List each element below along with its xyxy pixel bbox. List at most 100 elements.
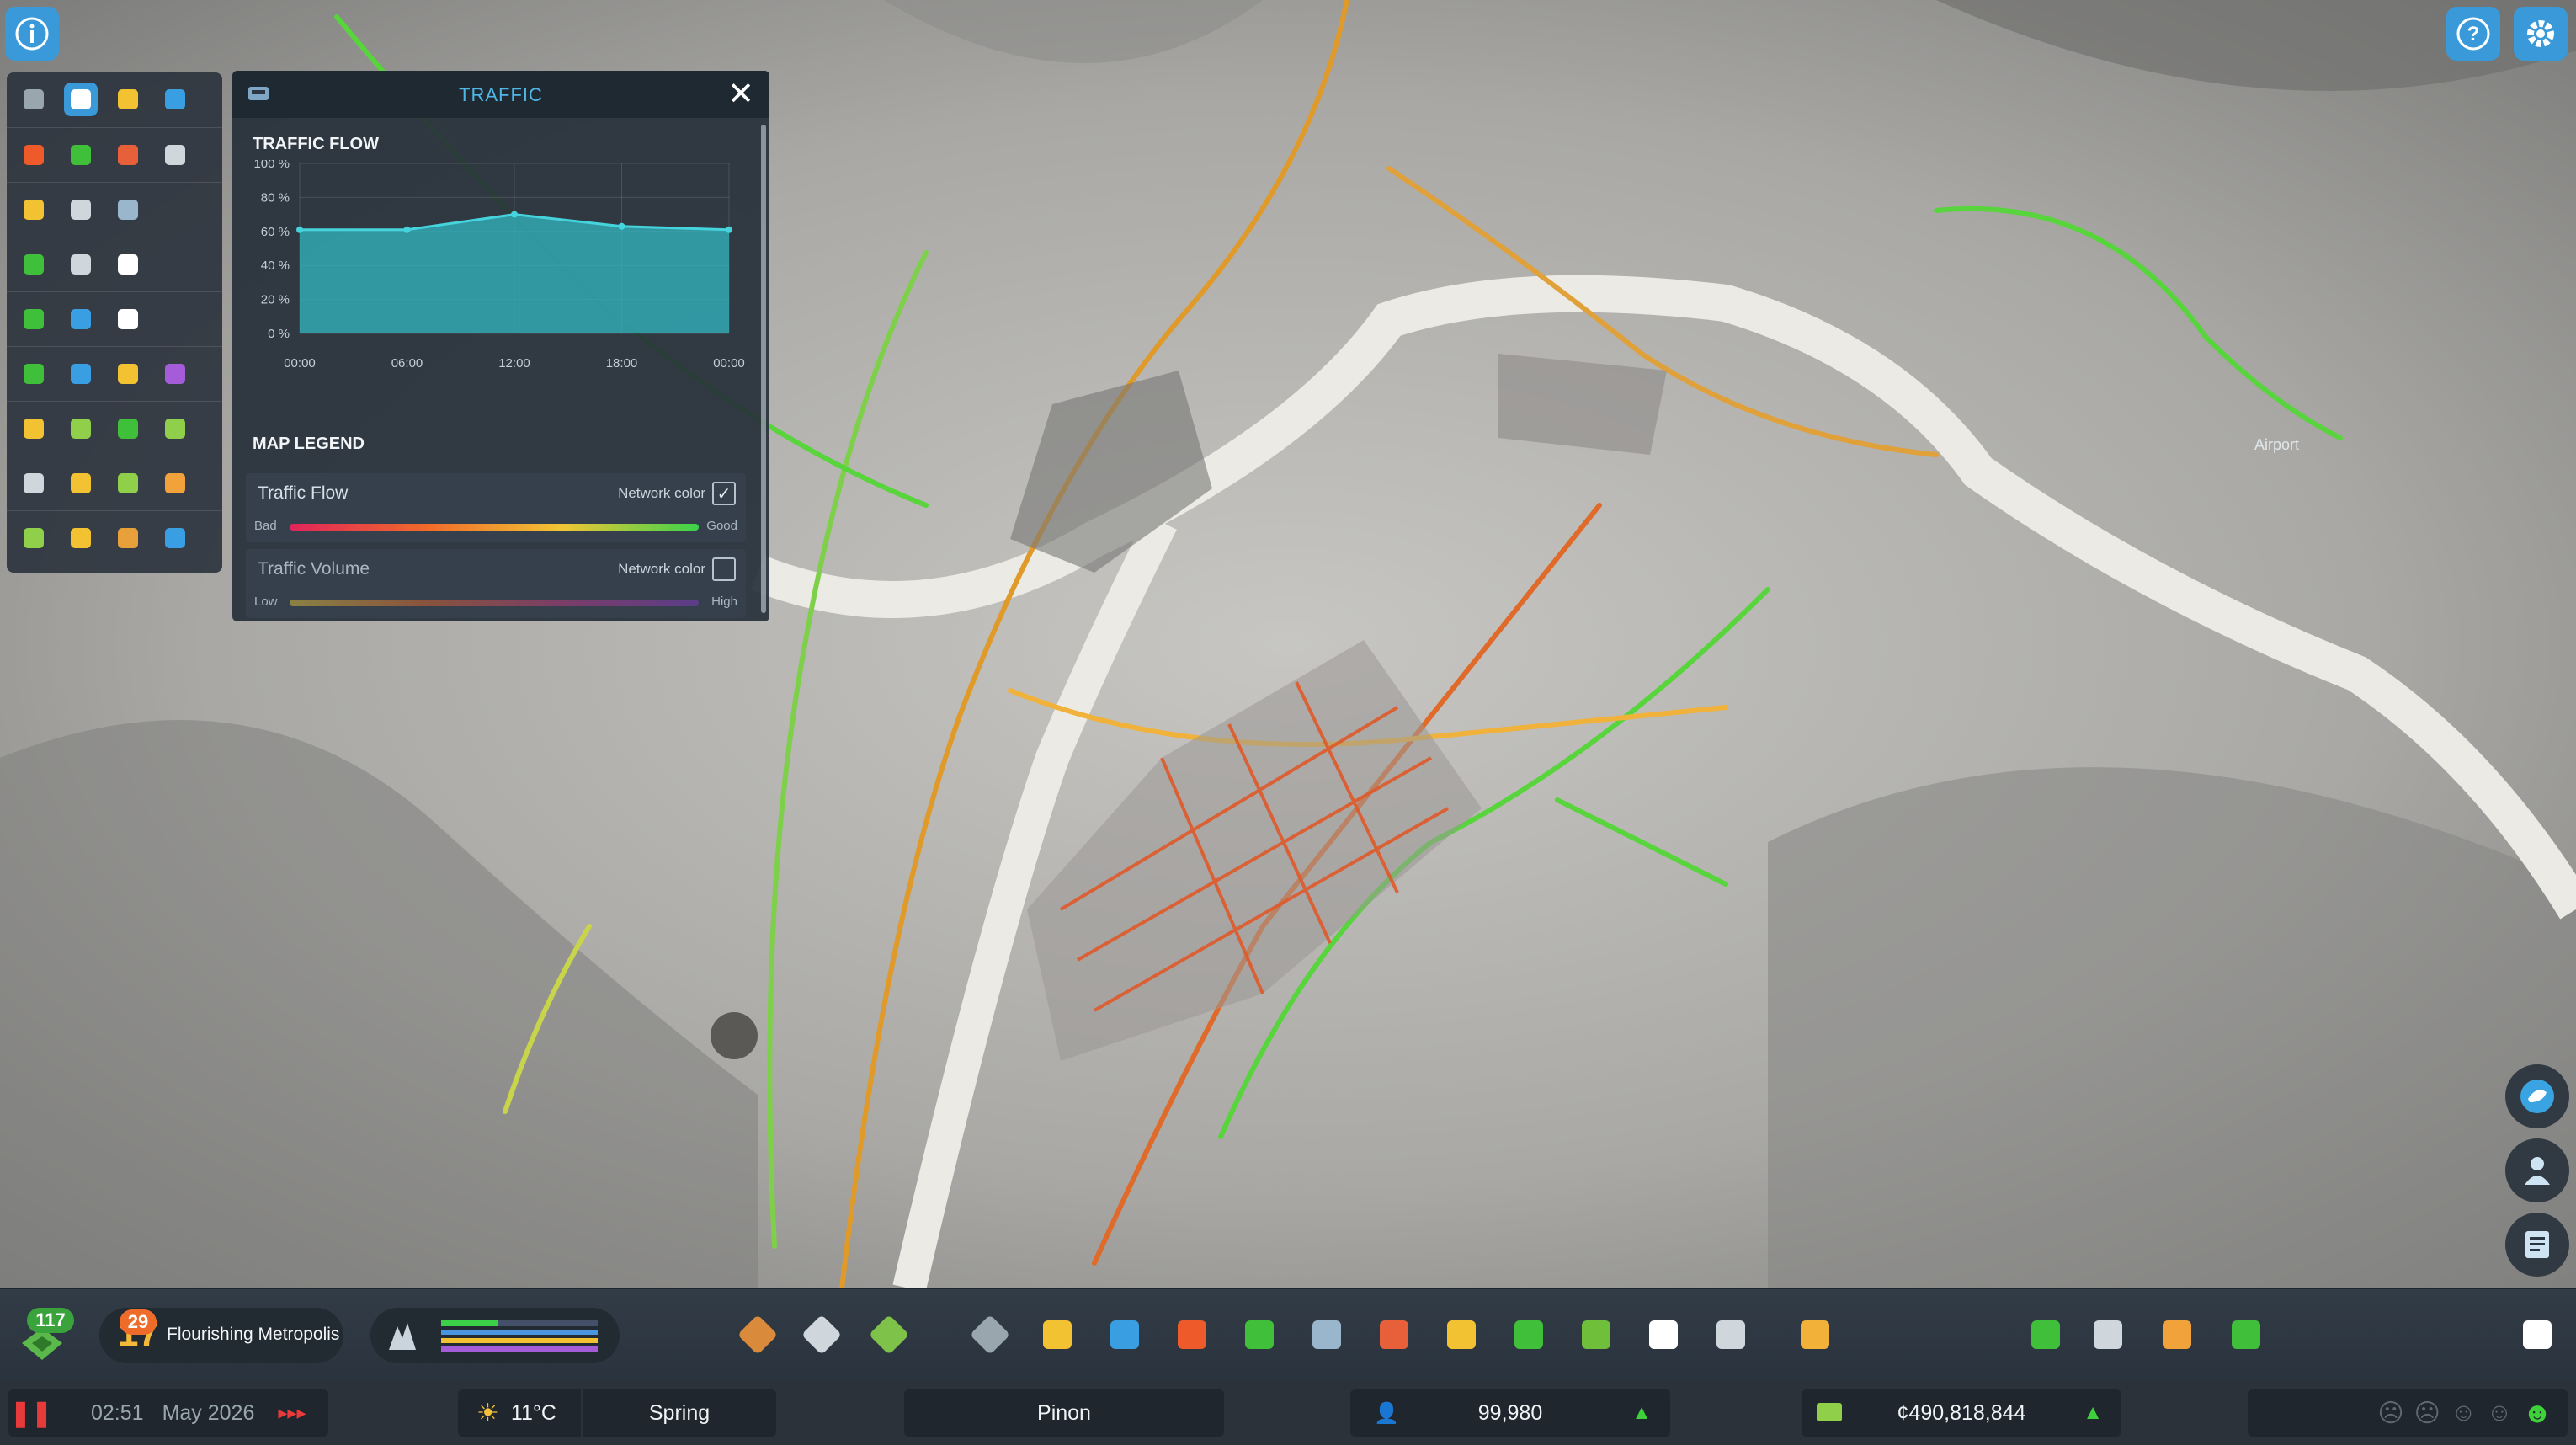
- map-legend-title: MAP LEGEND: [253, 435, 365, 453]
- x-tick-label: 18:00: [606, 356, 638, 371]
- industrial-zone-infoview-button[interactable]: [111, 357, 145, 391]
- bulldozer-menu-button[interactable]: [1793, 1313, 1837, 1357]
- commercial-zone-infoview-button[interactable]: [64, 357, 98, 391]
- journal-button[interactable]: [2505, 1213, 2569, 1277]
- x-tick-label: 00:00: [284, 356, 316, 371]
- transport-menu-button[interactable]: [1507, 1313, 1551, 1357]
- tourism-infoview-button[interactable]: [158, 521, 192, 555]
- money-value: ¢490,818,844: [1897, 1400, 2026, 1425]
- close-button[interactable]: ✕: [726, 77, 756, 112]
- map-tiles-menu-button[interactable]: [2086, 1313, 2130, 1357]
- weather-display[interactable]: ☀ 11°C Spring: [458, 1389, 776, 1437]
- garbage-icon: [1245, 1320, 1274, 1349]
- house-infoview-button[interactable]: [17, 412, 51, 445]
- water-infoview-button[interactable]: [158, 83, 192, 116]
- happiness-display[interactable]: ☹ ☹ ☺ ☺ ☻: [2248, 1389, 2568, 1437]
- roads-menu-button[interactable]: [968, 1313, 1012, 1357]
- temperature: 11°C: [510, 1400, 556, 1425]
- communication-menu-button[interactable]: [1642, 1313, 1685, 1357]
- statistics-menu-button[interactable]: [2155, 1313, 2199, 1357]
- park-infoview-button[interactable]: [17, 302, 51, 336]
- network-color-checkbox[interactable]: [712, 557, 736, 581]
- money-display[interactable]: ¢490,818,844 ▲: [1802, 1389, 2121, 1437]
- garbage-menu-button[interactable]: [1237, 1313, 1281, 1357]
- tools-infoview-button[interactable]: [158, 138, 192, 172]
- palette-row: [7, 401, 222, 456]
- palette-row: [7, 237, 222, 291]
- mail-icon: [71, 254, 91, 275]
- transport-icon: [1514, 1320, 1543, 1349]
- demand-indicator[interactable]: [370, 1308, 620, 1363]
- development-points[interactable]: 117: [12, 1308, 76, 1363]
- health-infoview-button[interactable]: [17, 138, 51, 172]
- leisure-infoview-button[interactable]: [111, 467, 145, 500]
- cargo-infoview-button[interactable]: [64, 521, 98, 555]
- milestone-indicator[interactable]: 17 29 Flourishing Metropolis: [99, 1308, 343, 1363]
- garbage-infoview-button[interactable]: [64, 138, 98, 172]
- zones-menu-button[interactable]: [736, 1313, 780, 1357]
- road-infoview-button[interactable]: [17, 83, 51, 116]
- land-value-infoview-button[interactable]: [64, 412, 98, 445]
- mail-infoview-button[interactable]: [64, 248, 98, 281]
- trash-bin-infoview-button[interactable]: [64, 302, 98, 336]
- water-menu-button[interactable]: [1103, 1313, 1147, 1357]
- fire-menu-button[interactable]: [1372, 1313, 1416, 1357]
- park-icon: [24, 309, 44, 329]
- education-infoview-button[interactable]: [111, 193, 145, 227]
- citizens-button[interactable]: [2505, 1138, 2569, 1202]
- happiness-infoview-button[interactable]: [64, 467, 98, 500]
- legend-low-label: Low: [254, 595, 278, 609]
- traffic-flow-point: [296, 226, 303, 233]
- electricity-menu-button[interactable]: [1035, 1313, 1079, 1357]
- farm-infoview-button[interactable]: [158, 412, 192, 445]
- healthcare-menu-button[interactable]: [1170, 1313, 1214, 1357]
- bus-infoview-button[interactable]: [17, 248, 51, 281]
- parks-menu-button[interactable]: [1574, 1313, 1618, 1357]
- workers-infoview-button[interactable]: [158, 467, 192, 500]
- speed-control[interactable]: ▸▸▸: [278, 1402, 306, 1424]
- noise-infoview-button[interactable]: [111, 521, 145, 555]
- close-icon: ✕: [727, 77, 754, 112]
- y-tick-label: 100 %: [253, 160, 290, 171]
- traffic-flow-point: [618, 222, 625, 230]
- palette-row: [7, 182, 222, 237]
- water-icon: [165, 89, 185, 109]
- panel-title: TRAFFIC: [459, 84, 543, 105]
- transport-infoview-button[interactable]: [64, 83, 98, 116]
- panel-scrollbar[interactable]: [761, 125, 766, 613]
- landscaping-menu-button[interactable]: [867, 1313, 911, 1357]
- education-menu-button[interactable]: [1305, 1313, 1349, 1357]
- network-color-checkbox[interactable]: ✓: [712, 482, 736, 505]
- economy-menu-button[interactable]: [2224, 1313, 2268, 1357]
- pause-button[interactable]: ❚❚: [8, 1389, 54, 1437]
- progression-menu-button[interactable]: [2024, 1313, 2068, 1357]
- land-value-icon: [71, 419, 91, 439]
- help-button[interactable]: ?: [2446, 7, 2500, 61]
- wrench-infoview-button[interactable]: [111, 302, 145, 336]
- citizens-infoview-button[interactable]: [17, 467, 51, 500]
- settings-button[interactable]: [2514, 7, 2568, 61]
- population-display[interactable]: 👤 99,980 ▲: [1350, 1389, 1670, 1437]
- electricity-infoview-button[interactable]: [111, 83, 145, 116]
- office-zone-infoview-button[interactable]: [158, 357, 192, 391]
- government-infoview-button[interactable]: [64, 193, 98, 227]
- areas-menu-button[interactable]: [800, 1313, 844, 1357]
- y-tick-label: 20 %: [261, 293, 290, 307]
- demand-icon: [389, 1323, 416, 1350]
- fire-infoview-button[interactable]: [111, 138, 145, 172]
- info-button[interactable]: [5, 7, 59, 61]
- residential-zone-infoview-button[interactable]: [17, 357, 51, 391]
- legend-high-label: Good: [706, 519, 737, 533]
- photo-mode-menu-button[interactable]: [2515, 1313, 2559, 1357]
- police-menu-button[interactable]: [1440, 1313, 1483, 1357]
- chat-infoview-button[interactable]: [111, 248, 145, 281]
- city-name[interactable]: Pinon: [904, 1389, 1224, 1437]
- statistics-icon: [2163, 1320, 2191, 1349]
- pollution-infoview-button[interactable]: [17, 521, 51, 555]
- pollution-tool-menu-button[interactable]: [1709, 1313, 1753, 1357]
- police-infoview-button[interactable]: [17, 193, 51, 227]
- chirper-button[interactable]: [2505, 1064, 2569, 1128]
- info-icon: [15, 17, 49, 51]
- fast-forward-icon: ▸▸▸: [278, 1402, 306, 1423]
- route-infoview-button[interactable]: [111, 412, 145, 445]
